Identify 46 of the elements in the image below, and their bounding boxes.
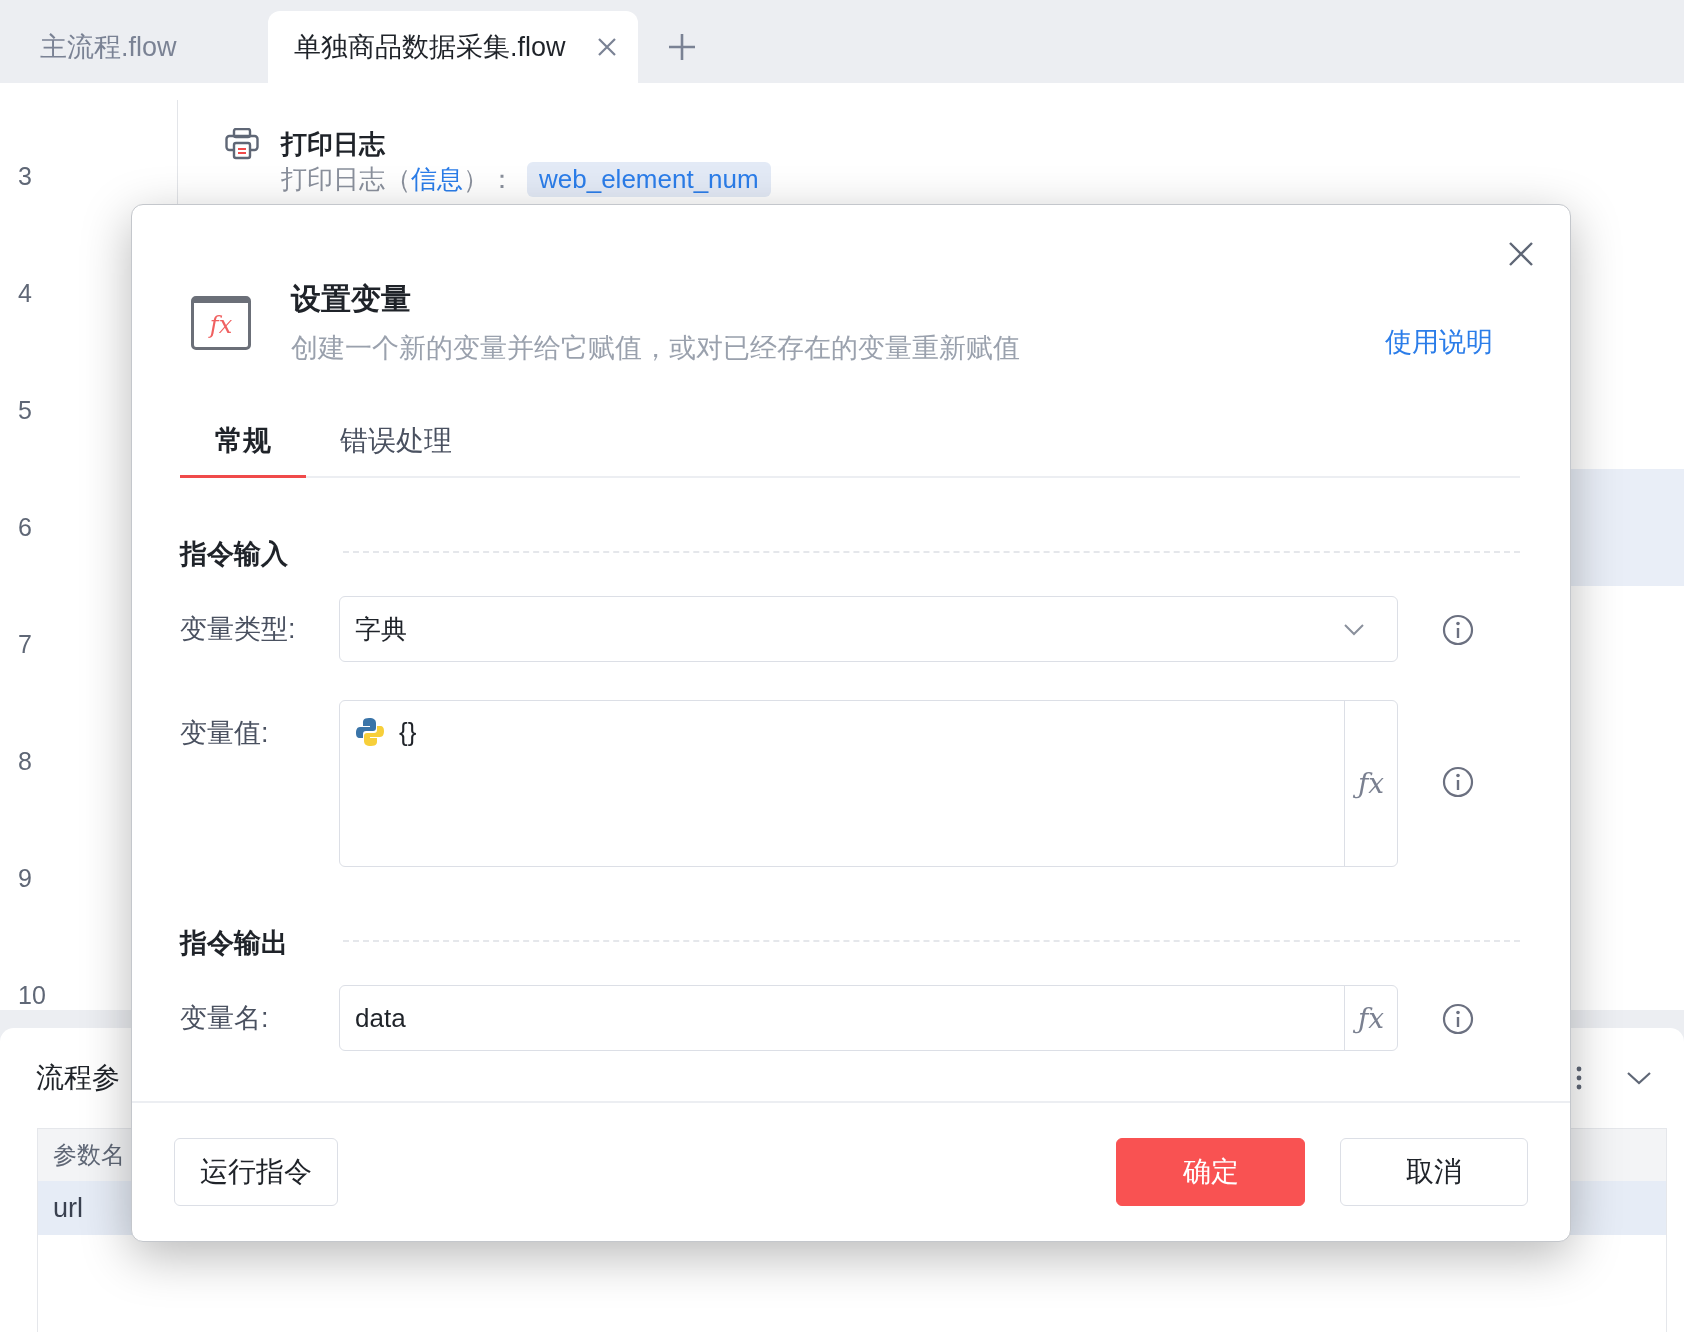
- input-field[interactable]: data ƒx: [339, 985, 1398, 1051]
- file-tab[interactable]: 单独商品数据采集.flow: [268, 11, 638, 83]
- line-number: 9: [18, 864, 32, 893]
- code-field[interactable]: {} ƒx: [339, 700, 1398, 867]
- dialog-tab[interactable]: 错误处理: [322, 422, 470, 478]
- function-icon: fx: [191, 295, 251, 350]
- field-label: 变量值:: [180, 717, 270, 750]
- line-number: 5: [18, 396, 32, 425]
- chevron-down-icon[interactable]: [1626, 1070, 1652, 1086]
- line-number: 4: [18, 279, 32, 308]
- variable-tag: web_element_num: [527, 162, 771, 197]
- line-number: 8: [18, 747, 32, 776]
- line-number: 10: [18, 981, 46, 1010]
- chevron-down-icon: [1343, 622, 1365, 636]
- flow-row[interactable]: 打印日志 打印日志（信息）： web_element_num: [178, 118, 1684, 235]
- dialog-title: 设置变量: [291, 281, 412, 317]
- printer-icon: [225, 128, 259, 160]
- step-description: 打印日志（信息）：: [281, 163, 515, 196]
- panel-title: 流程参: [36, 1061, 120, 1095]
- formula-button[interactable]: ƒx: [1344, 701, 1397, 866]
- line-number: 7: [18, 630, 32, 659]
- info-icon: [1442, 766, 1474, 798]
- dialog-button[interactable]: 取消: [1340, 1138, 1528, 1206]
- info-icon: [1442, 1003, 1474, 1035]
- python-icon: [355, 717, 385, 747]
- column-header: 参数名: [53, 1140, 125, 1170]
- more-icon[interactable]: [1576, 1066, 1582, 1090]
- field-label: 变量类型:: [180, 613, 297, 646]
- table-cell: url: [53, 1192, 83, 1224]
- close-icon[interactable]: [1508, 241, 1534, 267]
- field-label: 变量名:: [180, 1002, 270, 1035]
- section-title: 指令输入: [180, 538, 289, 571]
- help-link[interactable]: 使用说明: [1385, 323, 1493, 360]
- section-title: 指令输出: [180, 927, 289, 960]
- add-tab-icon[interactable]: [667, 33, 696, 61]
- line-number: 6: [18, 513, 32, 542]
- info-icon: [1442, 614, 1474, 646]
- dialog-description: 创建一个新的变量并给它赋值，或对已经存在的变量重新赋值: [291, 332, 1021, 365]
- dialog-button[interactable]: 运行指令: [174, 1138, 338, 1206]
- step-title: 打印日志: [281, 128, 386, 160]
- type-dropdown[interactable]: 字典: [339, 596, 1398, 662]
- dialog-tab[interactable]: 常规: [180, 422, 306, 478]
- parameter-link[interactable]: 信息: [411, 164, 463, 194]
- line-number: 3: [18, 162, 32, 191]
- formula-button[interactable]: ƒx: [1344, 986, 1397, 1050]
- close-icon[interactable]: [595, 36, 618, 58]
